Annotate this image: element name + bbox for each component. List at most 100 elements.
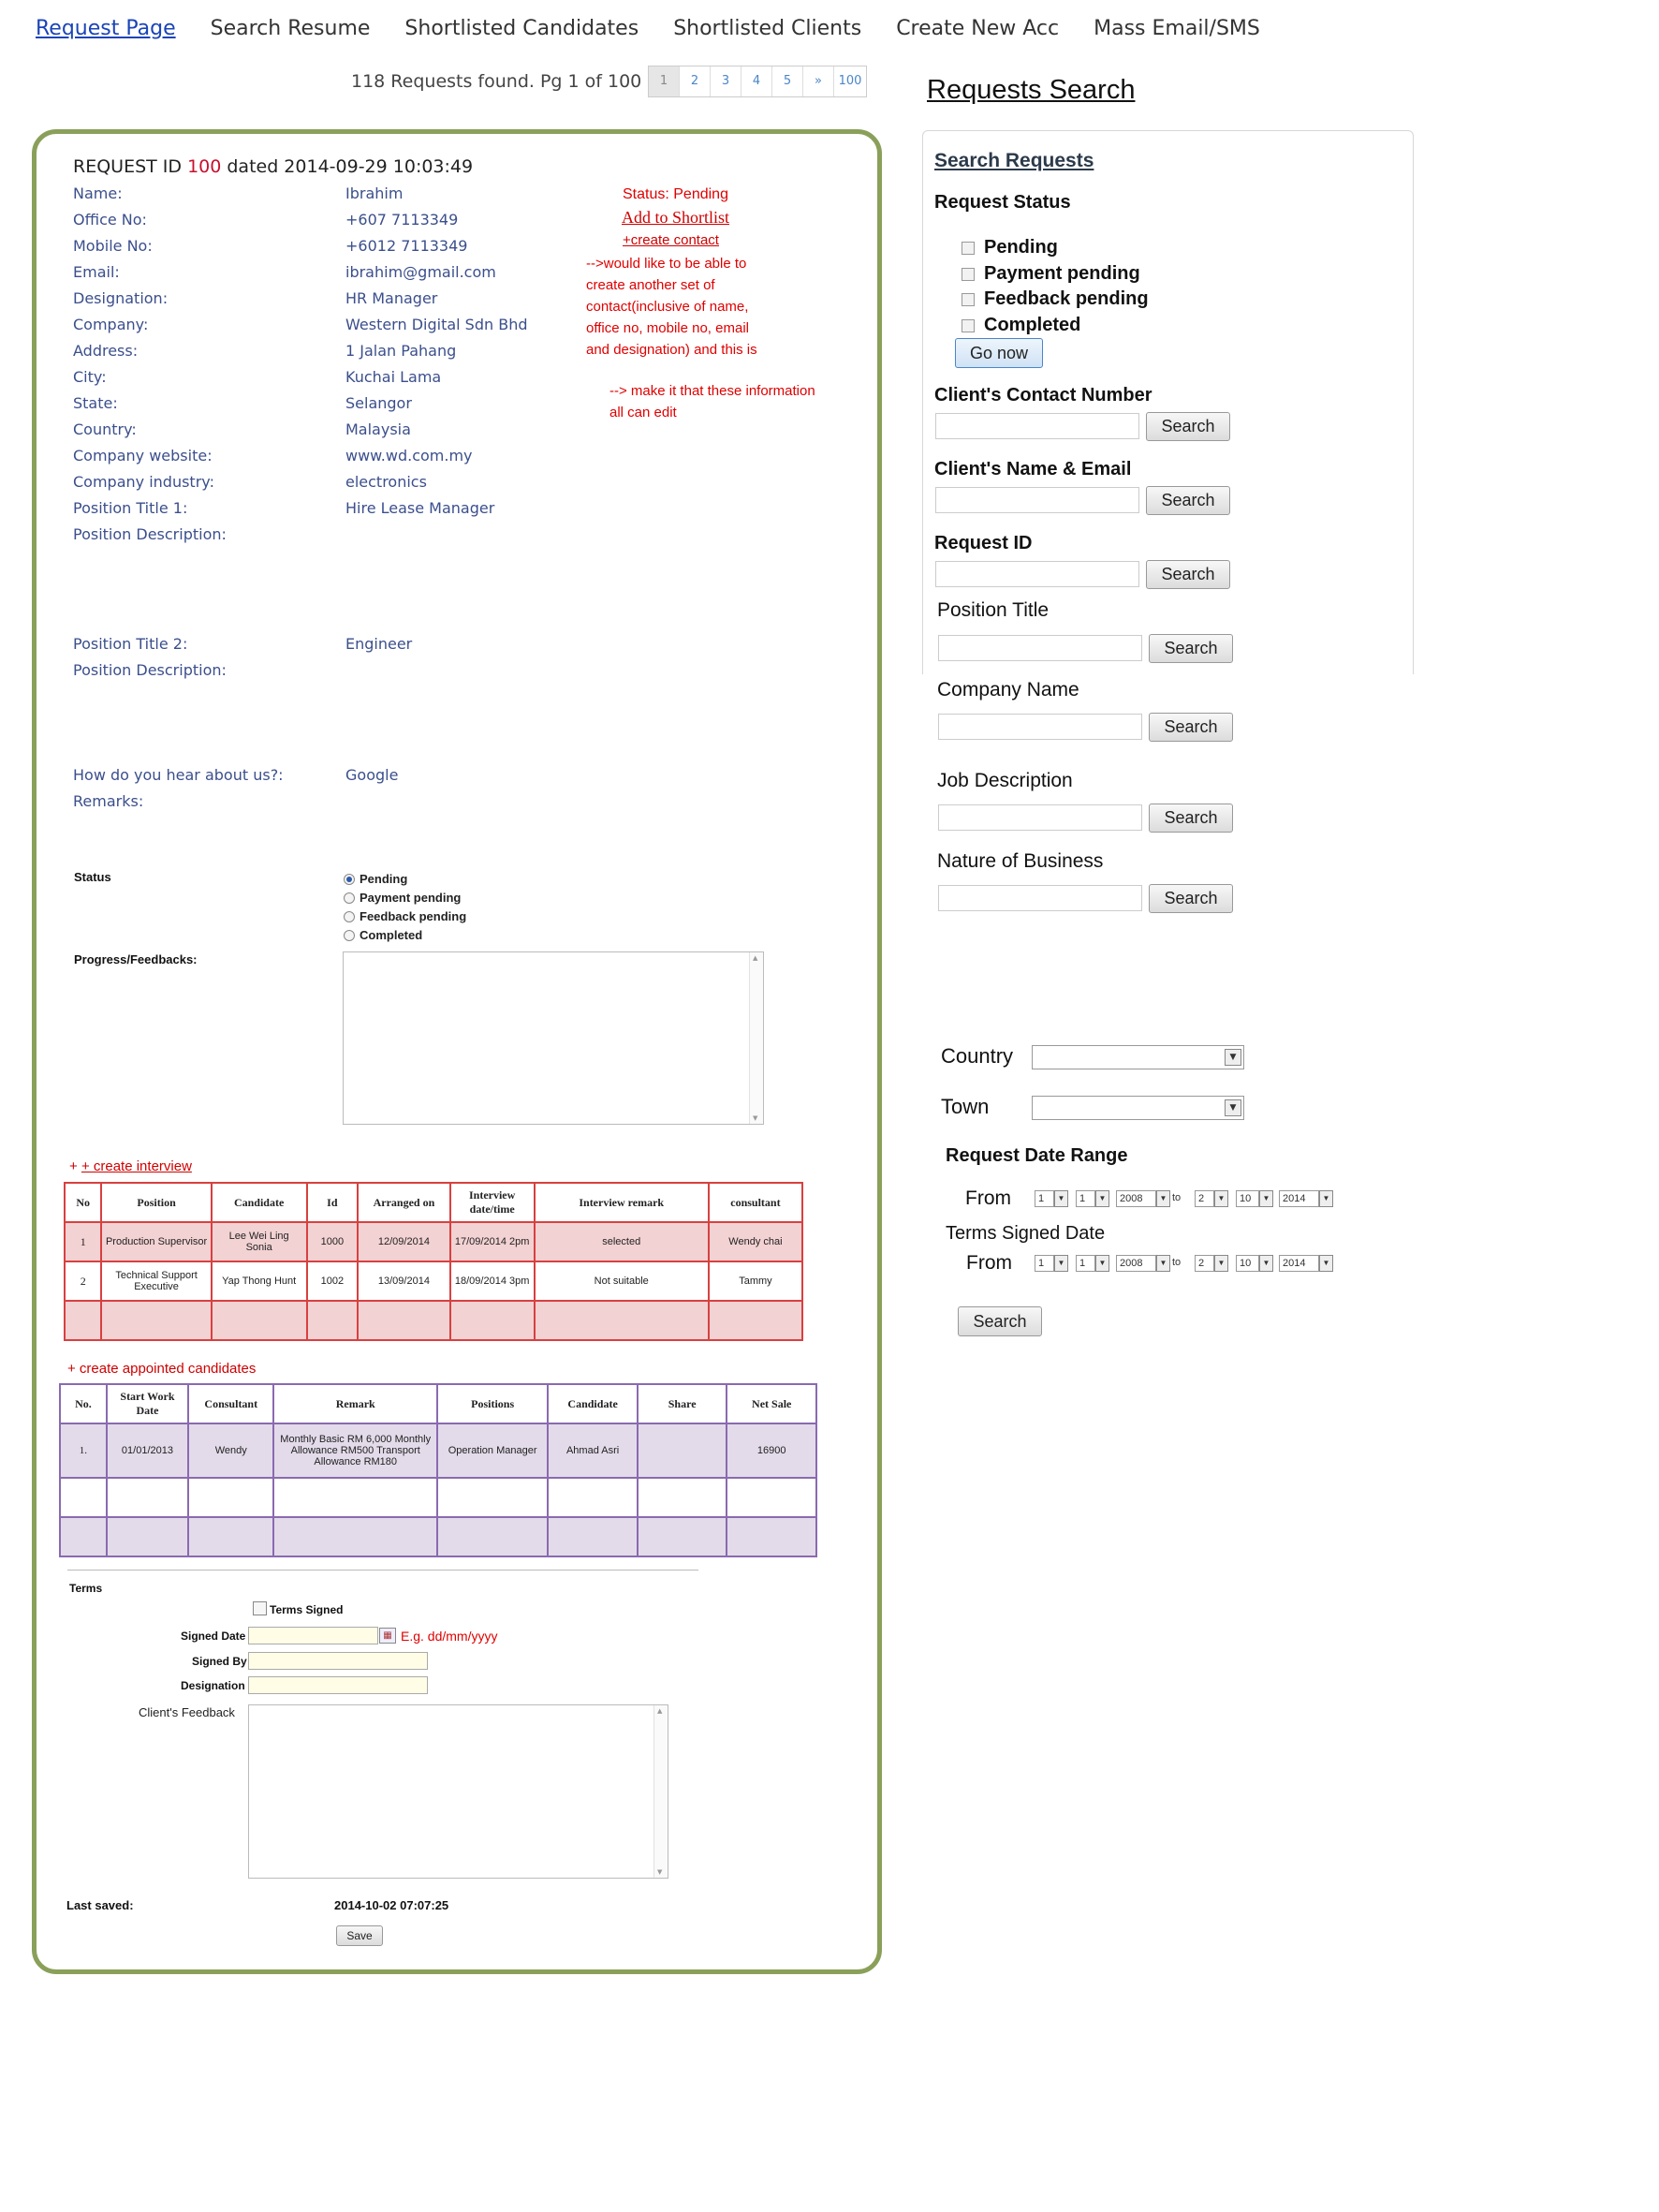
chevron-down-icon[interactable]: ▼ [1156, 1190, 1170, 1207]
create-appointed-link[interactable]: + create appointed candidates [67, 1361, 256, 1377]
add-to-shortlist-link[interactable]: Add to Shortlist [622, 208, 729, 228]
chevron-down-icon[interactable]: ▼ [1214, 1190, 1228, 1207]
table-row[interactable]: 2 Technical Support Executive Yap Thong Hu… [63, 1261, 804, 1302]
status-radio-feedback-pending[interactable]: Feedback pending [344, 909, 466, 923]
search-field-input[interactable] [938, 885, 1142, 911]
search-field-button[interactable]: Search [1146, 412, 1230, 441]
date-select[interactable]: 2008 ▼ [1116, 1190, 1170, 1207]
date-search-button[interactable]: Search [958, 1306, 1042, 1336]
date-select[interactable]: 2 ▼ [1195, 1190, 1228, 1207]
date-select[interactable]: 10 ▼ [1236, 1255, 1273, 1272]
chevron-down-icon[interactable]: ▼ [1319, 1255, 1333, 1272]
search-field-button[interactable]: Search [1149, 884, 1233, 913]
chevron-down-icon[interactable]: ▼ [1225, 1049, 1241, 1066]
chevron-down-icon[interactable]: ▼ [1054, 1190, 1068, 1207]
search-field-button[interactable]: Search [1149, 634, 1233, 663]
field-label: Country: [73, 420, 137, 438]
status-radio-payment-pending[interactable]: Payment pending [344, 891, 461, 905]
chevron-down-icon[interactable]: ▼ [1054, 1255, 1068, 1272]
table-row[interactable]: 1. 01/01/2013 Wendy Monthly Basic RM 6,000 … [59, 1423, 817, 1479]
table-cell: Ahmad Asri [547, 1423, 639, 1479]
search-field-button[interactable]: Search [1149, 713, 1233, 742]
calendar-icon[interactable]: ▦ [379, 1628, 396, 1644]
chevron-down-icon[interactable]: ▼ [1259, 1190, 1273, 1207]
designation-input[interactable] [248, 1676, 428, 1694]
chevron-down-icon[interactable]: ▼ [1214, 1255, 1228, 1272]
date-select[interactable]: 2008 ▼ [1116, 1255, 1170, 1272]
filter-completed[interactable]: Completed [962, 315, 1080, 336]
hear-about-value: Google [345, 766, 399, 784]
page-5[interactable]: 5 [772, 66, 803, 96]
client-feedback-textarea[interactable] [248, 1704, 668, 1879]
date-select[interactable]: 2014 ▼ [1279, 1190, 1333, 1207]
search-field-input[interactable] [938, 714, 1142, 740]
search-field-button[interactable]: Search [1146, 486, 1230, 515]
nav-request-page[interactable]: Request Page [36, 17, 176, 54]
status-radio-completed[interactable]: Completed [344, 928, 422, 942]
page-last[interactable]: 100 [834, 66, 866, 96]
page-4[interactable]: 4 [741, 66, 772, 96]
search-field-input[interactable] [935, 413, 1139, 439]
search-field-input[interactable] [935, 487, 1139, 513]
scrollbar[interactable] [653, 1705, 668, 1878]
filter-pending[interactable]: Pending [962, 237, 1058, 258]
date-select[interactable]: 2014 ▼ [1279, 1255, 1333, 1272]
search-field-button[interactable]: Search [1146, 560, 1230, 589]
nav-create-new-acc[interactable]: Create New Acc [896, 17, 1059, 54]
search-field-input[interactable] [938, 804, 1142, 831]
page-next[interactable]: » [803, 66, 834, 96]
date-select[interactable]: 1 ▼ [1035, 1190, 1068, 1207]
status-radio-pending[interactable]: Pending [344, 872, 407, 886]
search-field-input[interactable] [935, 561, 1139, 587]
terms-signed-checkbox[interactable] [253, 1601, 267, 1615]
create-interview-text[interactable]: + create interview [81, 1158, 192, 1174]
save-button[interactable]: Save [336, 1925, 383, 1946]
nav-shortlisted-clients[interactable]: Shortlisted Clients [673, 17, 861, 54]
create-contact-link[interactable]: +create contact [623, 232, 719, 248]
create-interview-link[interactable]: + + create interview [69, 1158, 192, 1174]
radio-icon[interactable] [344, 892, 355, 904]
search-field-label: Job Description [937, 770, 1073, 791]
checkbox-icon[interactable] [962, 267, 975, 281]
create-appointed-text[interactable]: + create appointed candidates [67, 1361, 256, 1377]
chevron-down-icon[interactable]: ▼ [1156, 1255, 1170, 1272]
table-cell [100, 1300, 213, 1341]
filter-feedback-pending[interactable]: Feedback pending [962, 288, 1149, 310]
signed-date-input[interactable] [248, 1627, 378, 1644]
checkbox-icon[interactable] [962, 292, 975, 306]
search-field-button[interactable]: Search [1149, 804, 1233, 833]
radio-icon[interactable] [344, 873, 355, 885]
scrollbar[interactable] [749, 952, 763, 1124]
town-select[interactable]: ▼ [1032, 1096, 1244, 1120]
date-select[interactable]: 2 ▼ [1195, 1255, 1228, 1272]
chevron-down-icon[interactable]: ▼ [1319, 1190, 1333, 1207]
appointed-header-row: No. Start Work Date Consultant Remark Positi… [59, 1383, 817, 1424]
nav-search-resume[interactable]: Search Resume [211, 17, 371, 54]
country-select[interactable]: ▼ [1032, 1045, 1244, 1069]
chevron-down-icon[interactable]: ▼ [1095, 1255, 1109, 1272]
chevron-down-icon[interactable]: ▼ [1259, 1255, 1273, 1272]
search-field-label: Company Name [937, 679, 1079, 700]
date-select[interactable]: 1 ▼ [1076, 1190, 1109, 1207]
table-cell [105, 1477, 190, 1518]
nav-mass-email-sms[interactable]: Mass Email/SMS [1094, 17, 1260, 54]
checkbox-icon[interactable] [962, 241, 975, 255]
date-select[interactable]: 1 ▼ [1035, 1255, 1068, 1272]
filter-payment-pending[interactable]: Payment pending [962, 263, 1140, 285]
checkbox-icon[interactable] [962, 318, 975, 332]
signed-by-input[interactable] [248, 1652, 428, 1670]
radio-icon[interactable] [344, 929, 355, 941]
progress-textarea[interactable] [343, 951, 764, 1125]
page-3[interactable]: 3 [711, 66, 741, 96]
table-row[interactable]: 1 Production Supervisor Lee Wei Ling Sonia… [63, 1221, 804, 1262]
date-select[interactable]: 1 ▼ [1076, 1255, 1109, 1272]
radio-icon[interactable] [344, 910, 355, 922]
search-field-input[interactable] [938, 635, 1142, 661]
chevron-down-icon[interactable]: ▼ [1095, 1190, 1109, 1207]
page-1[interactable]: 1 [649, 66, 680, 96]
date-select[interactable]: 10 ▼ [1236, 1190, 1273, 1207]
chevron-down-icon[interactable]: ▼ [1225, 1099, 1241, 1116]
nav-shortlisted-candidates[interactable]: Shortlisted Candidates [404, 17, 639, 54]
page-2[interactable]: 2 [680, 66, 711, 96]
go-now-button[interactable]: Go now [955, 338, 1043, 368]
